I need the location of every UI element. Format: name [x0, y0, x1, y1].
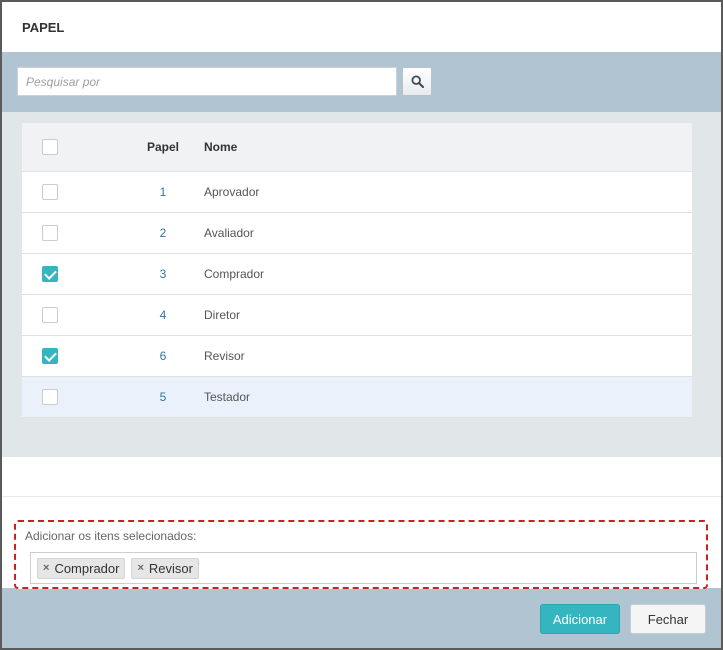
selected-items-label: Adicionar os itens selecionados:: [25, 529, 197, 543]
table-row[interactable]: 3 Comprador: [22, 253, 692, 295]
papel-link[interactable]: 6: [160, 349, 167, 363]
papel-link[interactable]: 2: [160, 226, 167, 240]
nome-text: Diretor: [204, 307, 241, 322]
search-icon: [410, 75, 424, 88]
remove-tag-icon[interactable]: ×: [137, 562, 143, 574]
table-row[interactable]: 2 Avaliador: [22, 212, 692, 254]
papel-cell: 2: [122, 212, 204, 254]
row-checkbox-cell: [22, 171, 122, 213]
table-row[interactable]: 6 Revisor: [22, 335, 692, 377]
nome-text: Testador: [204, 389, 251, 404]
nome-cell: Revisor: [204, 335, 692, 377]
dialog-title: PAPEL: [22, 20, 65, 35]
papel-cell: 6: [122, 335, 204, 377]
row-checkbox[interactable]: [42, 347, 58, 364]
row-checkbox-cell: [22, 335, 122, 377]
papel-cell: 1: [122, 171, 204, 213]
row-checkbox[interactable]: [42, 224, 58, 241]
search-input[interactable]: [17, 67, 397, 96]
table-container: Papel Nome 1 Aprovador 2 Avaliador 3 Comprado…: [2, 112, 721, 457]
nome-cell: Diretor: [204, 294, 692, 336]
search-bar: [2, 52, 721, 112]
section-divider: [2, 496, 721, 497]
table-row[interactable]: 1 Aprovador: [22, 171, 692, 213]
table-row[interactable]: 4 Diretor: [22, 294, 692, 336]
close-button[interactable]: Fechar: [630, 604, 706, 634]
row-checkbox[interactable]: [42, 265, 58, 282]
papel-link[interactable]: 3: [160, 267, 167, 281]
papel-cell: 4: [122, 294, 204, 336]
add-button[interactable]: Adicionar: [540, 604, 620, 634]
column-header-nome[interactable]: Nome: [204, 123, 692, 172]
select-all-checkbox[interactable]: [42, 138, 58, 155]
nome-text: Comprador: [204, 266, 265, 281]
papel-cell: 5: [122, 376, 204, 418]
row-checkbox-cell: [22, 294, 122, 336]
nome-text: Avaliador: [204, 225, 254, 240]
papel-link[interactable]: 4: [160, 308, 167, 322]
row-checkbox-cell: [22, 212, 122, 254]
search-button[interactable]: [402, 67, 432, 96]
selected-items-field[interactable]: × Comprador × Revisor: [30, 552, 697, 584]
papel-link[interactable]: 1: [160, 185, 167, 199]
tag-label: Comprador: [54, 560, 120, 576]
selected-items-panel: Adicionar os itens selecionados: × Compra…: [14, 520, 708, 589]
nome-cell: Comprador: [204, 253, 692, 295]
table-row[interactable]: 5 Testador: [22, 376, 692, 418]
row-checkbox-cell: [22, 253, 122, 295]
row-checkbox-cell: [22, 376, 122, 418]
table-header-row: Papel Nome: [22, 123, 692, 172]
dialog-footer: Adicionar Fechar: [2, 588, 721, 648]
papel-link[interactable]: 5: [160, 390, 167, 404]
selected-tag: × Comprador: [37, 557, 126, 579]
nome-cell: Testador: [204, 376, 692, 418]
remove-tag-icon[interactable]: ×: [43, 562, 49, 574]
papel-cell: 3: [122, 253, 204, 295]
nome-cell: Avaliador: [204, 212, 692, 254]
tag-label: Revisor: [148, 560, 193, 576]
papel-dialog: PAPEL Papel Nome 1 Aprovador 2 Avaliador 3 Co…: [0, 0, 723, 650]
column-header-papel[interactable]: Papel: [122, 123, 204, 172]
nome-text: Revisor: [204, 348, 245, 363]
row-checkbox[interactable]: [42, 306, 58, 323]
roles-table: Papel Nome 1 Aprovador 2 Avaliador 3 Comprado…: [22, 123, 692, 418]
row-checkbox[interactable]: [42, 183, 58, 200]
row-checkbox[interactable]: [42, 388, 58, 405]
nome-cell: Aprovador: [204, 171, 692, 213]
nome-text: Aprovador: [204, 184, 260, 199]
select-all-cell: [22, 123, 122, 172]
selected-tag: × Revisor: [131, 557, 199, 579]
